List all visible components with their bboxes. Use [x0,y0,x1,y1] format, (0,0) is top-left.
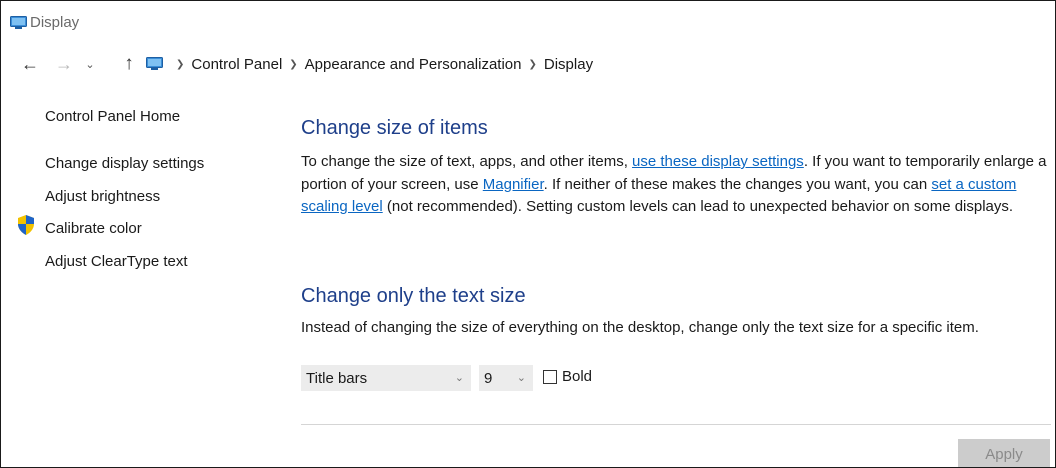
chevron-down-icon: ⌄ [516,372,526,384]
apply-button[interactable]: Apply [958,439,1050,467]
display-window: Display ← → ⌄ ↑ ❯ Control Panel ❯ Appear… [0,0,1056,468]
change-text-heading: Change only the text size [301,285,526,307]
item-select[interactable]: Title bars ⌄ [301,365,471,391]
sidebar-item-calibrate-color[interactable]: Calibrate color [45,220,142,237]
breadcrumb-appearance[interactable]: Appearance and Personalization [305,56,522,73]
window-title: Display [30,14,80,31]
arrow-up-icon[interactable]: ↑ [118,51,140,77]
bold-checkbox[interactable] [543,370,557,384]
magnifier-link[interactable]: Magnifier [483,176,544,193]
chevron-right-icon[interactable]: ❯ [529,59,537,70]
divider [301,424,1051,425]
breadcrumb-display[interactable]: Display [544,56,593,73]
display-settings-link[interactable]: use these display settings [632,153,804,170]
chevron-down-icon: ⌄ [454,372,464,384]
sidebar-item-change-display-settings[interactable]: Change display settings [45,155,204,172]
arrow-left-icon[interactable]: ← [19,51,41,77]
description-text: (not recommended). Setting custom levels… [382,198,1014,215]
chevron-right-icon[interactable]: ❯ [176,59,184,70]
bold-label[interactable]: Bold [562,368,592,385]
navigation-bar: ← → ⌄ ↑ ❯ Control Panel ❯ Appearance and… [1,49,1055,81]
display-icon [10,16,27,29]
sidebar-item-control-panel-home[interactable]: Control Panel Home [45,108,180,125]
uac-shield-icon [18,215,34,235]
description-text: To change the size of text, apps, and ot… [301,153,633,170]
title-bar: Display [1,1,1055,39]
change-size-heading: Change size of items [301,117,488,139]
size-select-value: 9 [484,370,493,387]
breadcrumb: ❯ Control Panel ❯ Appearance and Persona… [146,52,593,76]
chevron-down-icon[interactable]: ⌄ [82,51,98,77]
size-select[interactable]: 9 ⌄ [479,365,533,391]
description-text: . If neither of these makes the changes … [543,175,932,193]
sidebar-item-adjust-brightness[interactable]: Adjust brightness [45,188,160,205]
change-size-description: To change the size of text, apps, and ot… [301,151,1049,219]
arrow-right-icon[interactable]: → [53,51,75,77]
item-select-value: Title bars [306,370,368,387]
sidebar-item-adjust-cleartype[interactable]: Adjust ClearType text [45,253,188,270]
change-text-description: Instead of changing the size of everythi… [301,319,979,336]
chevron-right-icon[interactable]: ❯ [289,59,297,70]
breadcrumb-control-panel[interactable]: Control Panel [191,56,282,73]
display-icon [146,57,163,70]
